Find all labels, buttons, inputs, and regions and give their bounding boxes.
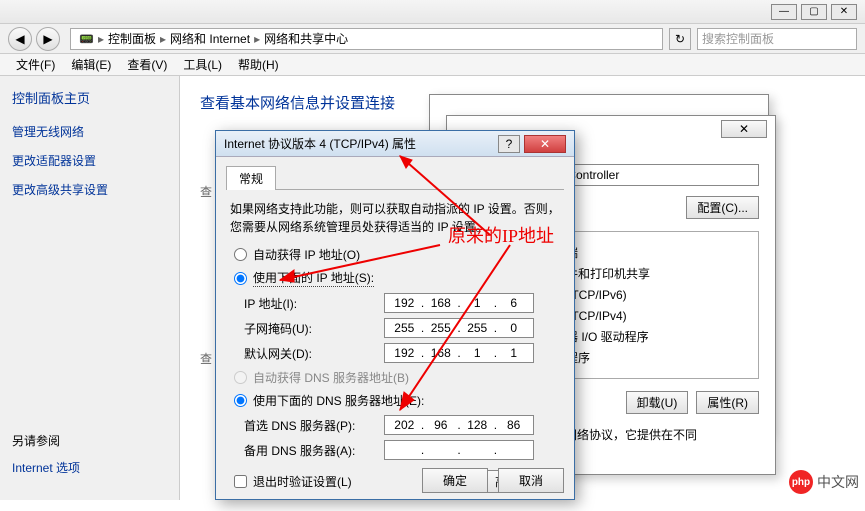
dns1-field[interactable]: 202. 96. 128. 86 <box>384 415 534 435</box>
forward-icon: ▶ <box>43 32 52 46</box>
menu-help[interactable]: 帮助(H) <box>230 56 287 73</box>
sidebar-title: 控制面板主页 <box>12 88 167 107</box>
menu-tools[interactable]: 工具(L) <box>175 56 230 73</box>
ip-address-field[interactable]: 192. 168. 1. 6 <box>384 293 534 313</box>
breadcrumb-item[interactable]: 网络和共享中心 <box>264 30 348 47</box>
sidebar-see-also: 另请参阅 <box>12 432 80 449</box>
window-titlebar: — ▢ ✕ <box>0 0 865 24</box>
sidebar-item-sharing[interactable]: 更改高级共享设置 <box>12 181 167 198</box>
subnet-mask-label: 子网掩码(U): <box>244 320 384 337</box>
watermark-badge: php <box>789 470 813 494</box>
search-input[interactable]: 搜索控制面板 <box>697 28 857 50</box>
adapter-close-button[interactable]: ✕ <box>721 120 767 138</box>
help-button[interactable]: ? <box>498 135 520 153</box>
refresh-button[interactable]: ↻ <box>669 28 691 50</box>
forward-button[interactable]: ▶ <box>36 27 60 51</box>
radio-use-dns-input[interactable] <box>234 394 247 407</box>
dns1-label: 首选 DNS 服务器(P): <box>244 417 384 434</box>
nav-bar: ◀ ▶ 📟 ▸ 控制面板 ▸ 网络和 Internet ▸ 网络和共享中心 ↻ … <box>0 24 865 54</box>
ipv4-titlebar: Internet 协议版本 4 (TCP/IPv4) 属性 ? ✕ <box>216 131 574 157</box>
ipv4-title-text: Internet 协议版本 4 (TCP/IPv4) 属性 <box>224 135 498 152</box>
refresh-icon: ↻ <box>675 32 685 46</box>
radio-use-ip[interactable]: 使用下面的 IP 地址(S): <box>234 269 556 287</box>
validate-checkbox[interactable]: 退出时验证设置(L) <box>234 473 352 490</box>
radio-auto-ip[interactable]: 自动获得 IP 地址(O) <box>234 246 556 263</box>
back-button[interactable]: ◀ <box>8 27 32 51</box>
radio-auto-ip-input[interactable] <box>234 248 247 261</box>
breadcrumb-item[interactable]: 网络和 Internet <box>170 30 250 47</box>
dns2-label: 备用 DNS 服务器(A): <box>244 442 384 459</box>
ok-button[interactable]: 确定 <box>422 468 488 493</box>
menu-file[interactable]: 文件(F) <box>8 56 63 73</box>
sidebar-item-internet-options[interactable]: Internet 选项 <box>12 459 80 476</box>
sidebar-item-adapter[interactable]: 更改适配器设置 <box>12 152 167 169</box>
annotation-label: 原来的IP地址 <box>448 222 554 248</box>
breadcrumb-item[interactable]: 控制面板 <box>108 30 156 47</box>
menu-view[interactable]: 查看(V) <box>119 56 175 73</box>
menu-edit[interactable]: 编辑(E) <box>63 56 119 73</box>
dns2-field[interactable]: . . . <box>384 440 534 460</box>
radio-use-ip-input[interactable] <box>234 272 247 285</box>
menu-bar: 文件(F) 编辑(E) 查看(V) 工具(L) 帮助(H) <box>0 54 865 76</box>
back-icon: ◀ <box>15 32 24 46</box>
sidebar-item-wireless[interactable]: 管理无线网络 <box>12 123 167 140</box>
watermark-text: 中文网 <box>817 472 859 492</box>
tab-strip: 常规 <box>226 165 564 190</box>
radio-use-dns[interactable]: 使用下面的 DNS 服务器地址(E): <box>234 392 556 409</box>
gateway-field[interactable]: 192. 168. 1. 1 <box>384 343 534 363</box>
ipv4-close-button[interactable]: ✕ <box>524 135 566 153</box>
subnet-mask-field[interactable]: 255. 255. 255. 0 <box>384 318 534 338</box>
radio-auto-dns-input <box>234 371 247 384</box>
maximize-button[interactable]: ▢ <box>801 4 827 20</box>
validate-checkbox-input[interactable] <box>234 475 247 488</box>
minimize-button[interactable]: — <box>771 4 797 20</box>
radio-auto-dns: 自动获得 DNS 服务器地址(B) <box>234 369 556 386</box>
breadcrumb[interactable]: 📟 ▸ 控制面板 ▸ 网络和 Internet ▸ 网络和共享中心 <box>70 28 663 50</box>
cancel-button[interactable]: 取消 <box>498 468 564 493</box>
ip-address-label: IP 地址(I): <box>244 295 384 312</box>
sidebar: 控制面板主页 管理无线网络 更改适配器设置 更改高级共享设置 另请参阅 Inte… <box>0 76 180 500</box>
uninstall-button[interactable]: 卸载(U) <box>626 391 689 414</box>
configure-button[interactable]: 配置(C)... <box>686 196 759 219</box>
properties-button[interactable]: 属性(R) <box>696 391 759 414</box>
watermark: php 中文网 <box>789 470 859 494</box>
gateway-label: 默认网关(D): <box>244 345 384 362</box>
ipv4-properties-dialog: Internet 协议版本 4 (TCP/IPv4) 属性 ? ✕ 常规 如果网… <box>215 130 575 500</box>
tab-general[interactable]: 常规 <box>226 166 276 190</box>
close-button[interactable]: ✕ <box>831 4 857 20</box>
